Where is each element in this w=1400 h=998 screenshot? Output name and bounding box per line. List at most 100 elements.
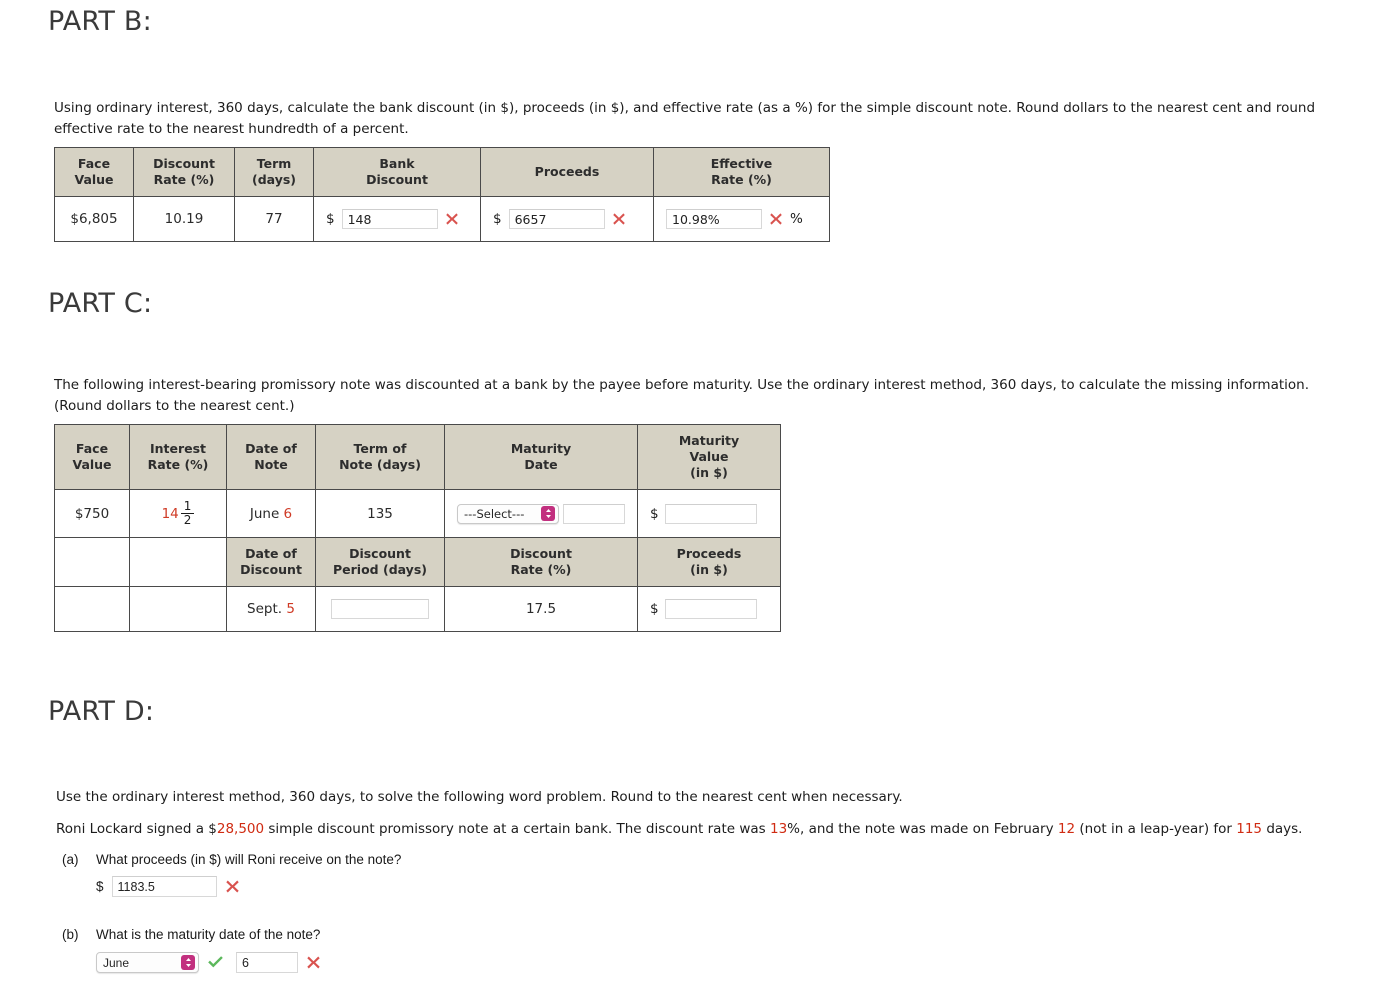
fraction-numerator: 1 bbox=[183, 499, 192, 513]
prompt-text-1: Roni Lockard signed a $ bbox=[56, 821, 217, 837]
header-line-2: Rate (%) bbox=[153, 172, 215, 187]
part-d-prompt-line-2: Roni Lockard signed a $28,500 simple dis… bbox=[56, 819, 1376, 840]
part-c-table: Face Value Interest Rate (%) Date of Not… bbox=[54, 424, 781, 632]
proceeds-input[interactable] bbox=[664, 599, 757, 619]
incorrect-x-icon bbox=[306, 955, 321, 970]
maturity-month-select-value: June bbox=[103, 955, 130, 970]
prompt-text-2: simple discount promissory note at a cer… bbox=[264, 821, 770, 837]
header-line-3: (in $) bbox=[690, 465, 728, 480]
maturity-month-select-value: ---Select--- bbox=[464, 506, 525, 521]
col-face-value: Face Value bbox=[54, 147, 134, 197]
cell-term-of-note: 135 bbox=[315, 489, 445, 538]
question-b-label: (b) bbox=[62, 927, 79, 942]
header-line-2: Period (days) bbox=[333, 562, 427, 577]
header-line-1: Proceeds bbox=[534, 164, 600, 179]
prompt-value-rate: 13 bbox=[769, 821, 788, 837]
col-interest-rate: Interest Rate (%) bbox=[129, 424, 227, 490]
spacer-cell bbox=[129, 586, 227, 632]
col-discount-rate: Discount Rate (%) bbox=[133, 147, 235, 197]
prompt-value-day: 12 bbox=[1057, 821, 1076, 837]
maturity-day-input[interactable] bbox=[563, 503, 625, 524]
col-date-of-discount: Date of Discount bbox=[226, 537, 316, 587]
header-line-2: Rate (%) bbox=[711, 172, 772, 187]
incorrect-x-icon bbox=[225, 879, 240, 894]
cell-discount-rate: 10.19 bbox=[133, 196, 235, 242]
prompt-text-3: %, and the note was made on February bbox=[787, 821, 1058, 837]
col-proceeds: Proceeds bbox=[480, 147, 654, 197]
maturity-day-input[interactable]: 6 bbox=[236, 952, 298, 973]
col-face-value: Face Value bbox=[54, 424, 130, 490]
table-header-row-2: Date of Discount Discount Period (days) … bbox=[54, 537, 781, 587]
header-line-2: Discount bbox=[366, 172, 428, 187]
incorrect-x-icon bbox=[769, 212, 783, 226]
maturity-month-select[interactable]: June bbox=[96, 952, 199, 973]
part-d-prompt-line-1: Use the ordinary interest method, 360 da… bbox=[56, 789, 903, 805]
percent-sign: % bbox=[790, 211, 803, 227]
header-line-1: Discount bbox=[153, 156, 215, 171]
part-b-prompt: Using ordinary interest, 360 days, calcu… bbox=[54, 100, 1316, 137]
question-a-label: (a) bbox=[62, 852, 79, 867]
col-term-days: Term (days) bbox=[234, 147, 314, 197]
header-line-2: Note bbox=[254, 457, 288, 472]
dollar-sign: $ bbox=[650, 505, 659, 522]
header-line-2: Rate (%) bbox=[147, 457, 209, 472]
header-line-1: Maturity bbox=[510, 441, 572, 456]
header-line-1: Face bbox=[77, 156, 111, 171]
interest-rate-fraction: 1 2 bbox=[180, 499, 195, 527]
proceeds-answer-input[interactable]: 1183.5 bbox=[111, 876, 217, 897]
question-a-text: What proceeds (in $) will Roni receive o… bbox=[96, 852, 402, 867]
incorrect-x-icon bbox=[612, 212, 626, 226]
header-line-2: (in $) bbox=[690, 562, 728, 577]
cell-term-days: 77 bbox=[234, 196, 314, 242]
header-line-2: Value bbox=[72, 457, 112, 472]
prompt-value-face: 28,500 bbox=[216, 821, 265, 837]
proceeds-input[interactable]: 6657 bbox=[508, 209, 605, 229]
question-b-answer-row: June 6 bbox=[96, 952, 321, 973]
header-line-1: Proceeds bbox=[676, 546, 742, 561]
dollar-sign: $ bbox=[493, 211, 502, 227]
select-spinner-icon bbox=[181, 955, 195, 970]
date-of-discount-month: Sept. bbox=[247, 601, 283, 617]
col-maturity-value: Maturity Value (in $) bbox=[637, 424, 781, 490]
prompt-value-days: 115 bbox=[1236, 821, 1263, 837]
incorrect-x-icon bbox=[445, 212, 459, 226]
maturity-month-select[interactable]: ---Select--- bbox=[457, 503, 559, 524]
discount-period-input[interactable] bbox=[331, 599, 429, 619]
spacer-cell bbox=[129, 537, 227, 587]
header-line-1: Term bbox=[256, 156, 292, 171]
header-line-2: Date bbox=[524, 457, 558, 472]
header-line-1: Effective bbox=[710, 156, 773, 171]
cell-proceeds: $ bbox=[637, 586, 781, 632]
effective-rate-input[interactable]: 10.98% bbox=[666, 209, 762, 229]
header-line-1: Date of bbox=[245, 441, 297, 456]
cell-proceeds: $ 6657 bbox=[480, 196, 654, 242]
dollar-sign: $ bbox=[96, 879, 104, 894]
cell-face-value: $750 bbox=[54, 489, 130, 538]
spacer-cell bbox=[54, 537, 130, 587]
table-header-row: Face Value Interest Rate (%) Date of Not… bbox=[54, 424, 781, 490]
prompt-text-5: days. bbox=[1262, 821, 1303, 837]
part-b-heading: PART B: bbox=[48, 6, 152, 37]
prompt-text-4: (not in a leap-year) for bbox=[1075, 821, 1237, 837]
cell-date-of-note: June 6 bbox=[226, 489, 316, 538]
col-maturity-date: Maturity Date bbox=[444, 424, 638, 490]
bank-discount-input[interactable]: 148 bbox=[341, 209, 438, 229]
col-discount-period: Discount Period (days) bbox=[315, 537, 445, 587]
part-d-heading: PART D: bbox=[48, 696, 155, 727]
header-line-2: Note (days) bbox=[339, 457, 421, 472]
correct-check-icon bbox=[207, 955, 224, 970]
part-c-prompt: The following interest-bearing promissor… bbox=[54, 377, 1309, 414]
header-line-2: Discount bbox=[240, 562, 302, 577]
table-row: Sept. 5 17.5 $ bbox=[54, 586, 781, 632]
header-line-2: Value bbox=[689, 449, 729, 464]
header-line-1: Interest bbox=[149, 441, 207, 456]
cell-discount-period bbox=[315, 586, 445, 632]
header-line-1: Maturity bbox=[678, 433, 740, 448]
cell-effective-rate: 10.98% % bbox=[653, 196, 830, 242]
maturity-value-input[interactable] bbox=[664, 503, 757, 524]
select-spinner-icon bbox=[541, 506, 555, 521]
table-row: $6,805 10.19 77 $ 148 $ 6657 10.98% % bbox=[54, 196, 830, 242]
part-b-table: Face Value Discount Rate (%) Term (days)… bbox=[54, 147, 830, 242]
table-row: $750 14 1 2 June 6 135 ---Select--- $ bbox=[54, 489, 781, 538]
fraction-denominator: 2 bbox=[180, 513, 195, 527]
